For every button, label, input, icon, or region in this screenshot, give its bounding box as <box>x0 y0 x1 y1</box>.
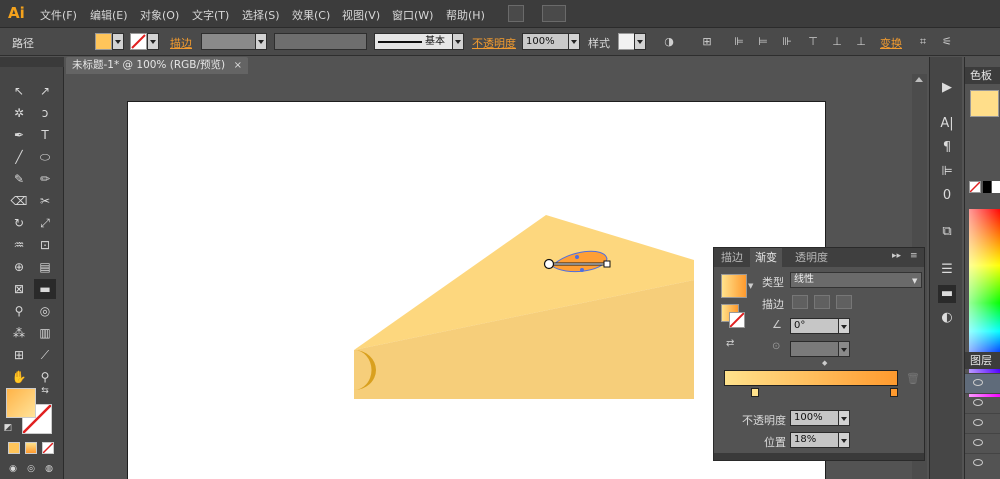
panel-resize-handle[interactable] <box>714 453 924 460</box>
stroke-label: 描边 <box>762 298 784 311</box>
gradient-type-select[interactable]: 线性 <box>790 272 922 288</box>
anchor-point[interactable] <box>580 268 584 272</box>
black-color-icon[interactable] <box>983 181 991 193</box>
white-color-icon[interactable] <box>992 181 1000 193</box>
layer-row[interactable] <box>965 433 1000 453</box>
aspect-ratio-icon: ⊙ <box>772 341 781 352</box>
reverse-gradient-icon[interactable]: ⇄ <box>726 338 734 349</box>
stroke-gradient-along-icon[interactable] <box>814 295 830 309</box>
visibility-eye-icon[interactable] <box>973 379 983 386</box>
right-panels: 色板 图层 <box>964 57 1000 479</box>
delete-stop-icon[interactable]: 🗑 <box>906 372 920 385</box>
anchor-point[interactable] <box>575 255 579 259</box>
opacity-label: 不透明度 <box>742 414 786 427</box>
location-label: 位置 <box>764 436 786 449</box>
gradient-preview-swatch[interactable] <box>721 274 747 298</box>
visibility-eye-icon[interactable] <box>973 419 983 426</box>
opentype-panel-icon[interactable]: 0 <box>938 187 956 205</box>
no-stroke-icon <box>729 312 745 328</box>
none-color-icon[interactable] <box>969 181 981 193</box>
aspect-ratio-dropdown[interactable] <box>838 341 850 357</box>
gradient-swatch-dropdown-icon[interactable]: ▼ <box>748 282 753 290</box>
tab-stroke[interactable]: 描边 <box>716 248 748 267</box>
type-dropdown-icon[interactable]: ▼ <box>912 277 917 285</box>
gradient-slider[interactable] <box>724 370 898 386</box>
collapse-panel-icon[interactable]: ▸▸ <box>892 251 901 261</box>
stroke-gradient-within-icon[interactable] <box>792 295 808 309</box>
gradient-stop-end[interactable] <box>890 388 898 397</box>
layer-row[interactable] <box>965 453 1000 473</box>
tab-swatches[interactable]: 色板 <box>965 67 1000 84</box>
character-panel-icon[interactable]: A| <box>938 115 956 133</box>
none-slash-icon <box>969 181 981 193</box>
current-color-swatch[interactable] <box>970 90 999 117</box>
opacity-dropdown[interactable] <box>838 410 850 426</box>
layer-row[interactable] <box>965 413 1000 433</box>
stroke-gradient-across-icon[interactable] <box>836 295 852 309</box>
pathfinder-panel-icon[interactable]: ⧉ <box>938 223 956 241</box>
gradient-stop-start[interactable] <box>751 388 759 397</box>
layer-row[interactable] <box>965 373 1000 393</box>
gradient-panel: 描边 渐变 透明度 ▸▸ ≡ ▼ 类型 线性 ▼ 描边 ∠ 0° ⇄ ⊙ ◆ 🗑… <box>713 247 925 461</box>
gradient-panel-tabs: 描边 渐变 透明度 ▸▸ ≡ <box>714 248 924 267</box>
gradient-panel-icon[interactable]: ▬ <box>938 285 956 303</box>
layer-row[interactable] <box>965 393 1000 413</box>
panel-dock: ▶ A| ¶ ⊫ 0 ⧉ ☰ ▬ ◐ <box>929 57 962 479</box>
stroke-panel-icon[interactable]: ☰ <box>938 261 956 279</box>
gradient-end-handle[interactable] <box>603 260 611 268</box>
angle-dropdown[interactable] <box>838 318 850 334</box>
gradient-origin-handle[interactable] <box>543 258 555 270</box>
panel-menu-icon[interactable]: ≡ <box>910 251 918 261</box>
visibility-eye-icon[interactable] <box>973 459 983 466</box>
tab-layers[interactable]: 图层 <box>965 352 1000 369</box>
paragraph-panel-icon[interactable]: ¶ <box>938 139 956 157</box>
stroke-none-box[interactable] <box>729 312 745 328</box>
midpoint-diamond-icon[interactable]: ◆ <box>822 359 827 367</box>
location-dropdown[interactable] <box>838 432 850 448</box>
tab-transparency[interactable]: 透明度 <box>790 248 833 267</box>
collapse-dock-icon[interactable]: ▶ <box>938 79 956 97</box>
visibility-eye-icon[interactable] <box>973 439 983 446</box>
transparency-panel-icon[interactable]: ◐ <box>938 309 956 327</box>
type-label: 类型 <box>762 276 784 289</box>
tab-gradient[interactable]: 渐变 <box>750 248 782 267</box>
align-panel-icon[interactable]: ⊫ <box>938 163 956 181</box>
visibility-eye-icon[interactable] <box>973 399 983 406</box>
angle-icon: ∠ <box>772 318 782 331</box>
